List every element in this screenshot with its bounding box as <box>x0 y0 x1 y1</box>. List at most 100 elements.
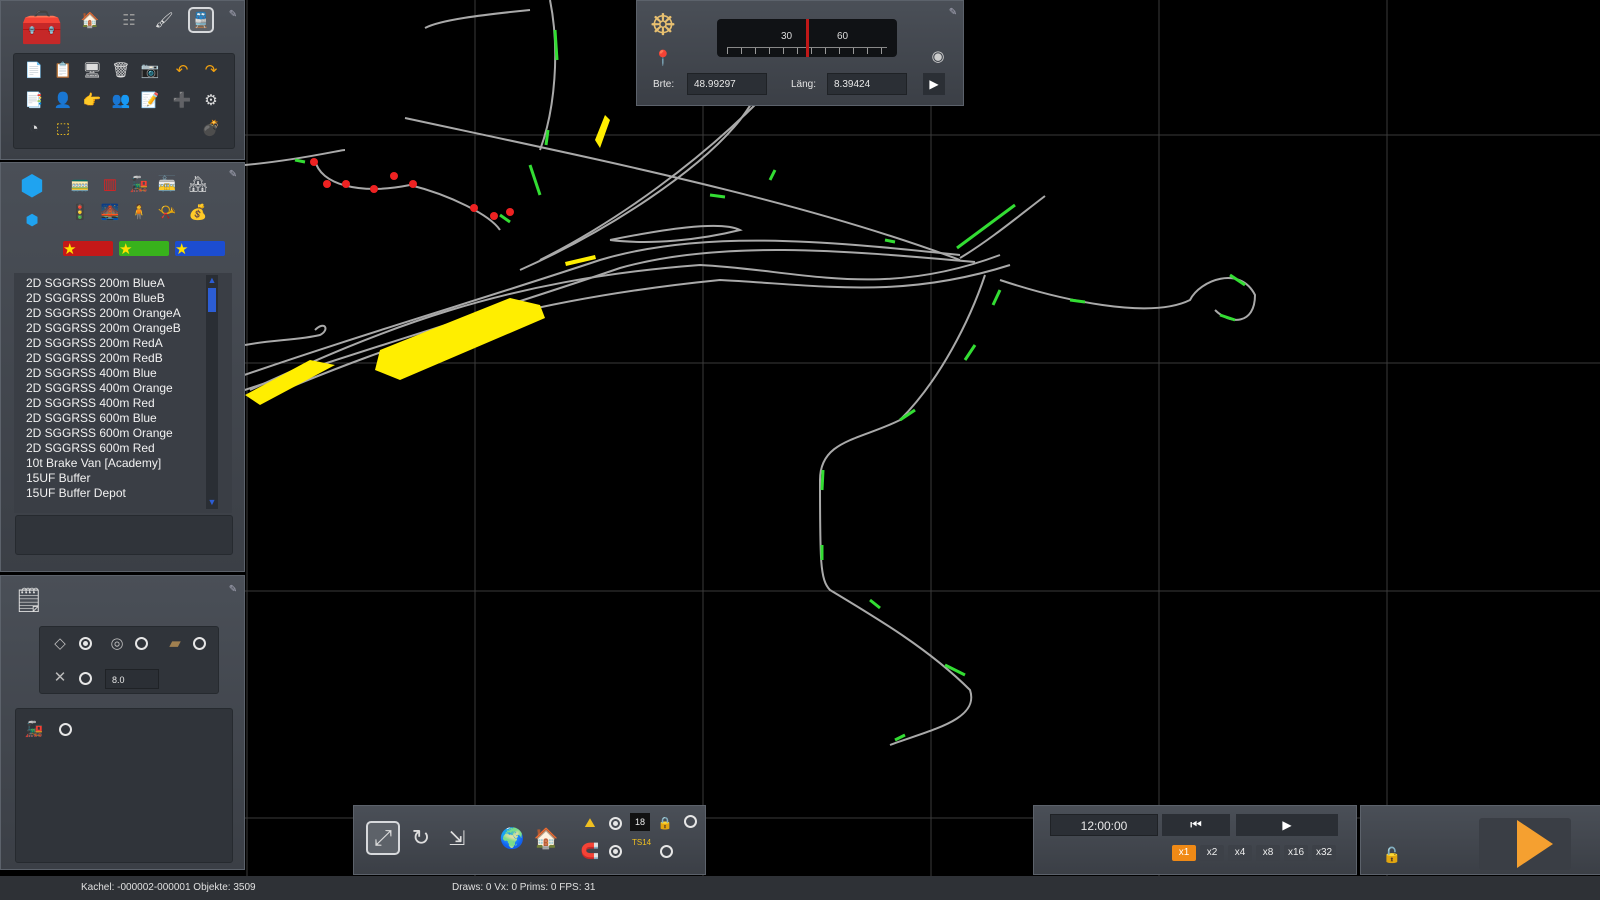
delete-icon[interactable]: 🗑 <box>110 59 132 81</box>
list-item[interactable]: 2D SGGRSS 200m RedA <box>14 336 232 351</box>
option-radio[interactable] <box>79 637 92 650</box>
play-button[interactable] <box>1479 818 1571 870</box>
compass-icon[interactable]: ☸ <box>643 5 683 45</box>
scroll-down-icon[interactable]: ▼ <box>207 497 217 507</box>
lock-radio[interactable] <box>684 815 697 828</box>
magnet-icon[interactable]: 🧲 <box>579 840 601 862</box>
locomotive-icon[interactable]: 🚂 <box>128 173 150 195</box>
list-item[interactable]: 2D SGGRSS 200m RedB <box>14 351 232 366</box>
play-small-button[interactable]: ▶ <box>1236 814 1338 836</box>
freight-car-icon[interactable]: ▥ <box>99 173 121 195</box>
lock-icon[interactable]: 🔒 <box>654 812 676 834</box>
3d-view-icon[interactable]: ⛰ <box>579 812 601 834</box>
people-icon[interactable]: 👥 <box>110 89 132 111</box>
target-icon[interactable]: ◉ <box>927 45 949 67</box>
settings-icon[interactable]: ⚙ <box>200 89 222 111</box>
resize-icon[interactable]: ⇲ <box>442 823 472 853</box>
cube-icon[interactable]: ⬢ <box>13 167 51 203</box>
wagon-icon[interactable]: 🚃 <box>69 173 91 195</box>
value-input[interactable]: 8.0 <box>105 669 159 689</box>
pin-icon[interactable]: ✎ <box>227 584 239 596</box>
signal-icon[interactable]: 🚦 <box>69 201 91 223</box>
lat-field[interactable]: 48.99297 <box>687 73 767 95</box>
fullscreen-icon[interactable]: ⤢ <box>366 821 400 855</box>
globe-icon[interactable]: 🌍 <box>498 824 526 852</box>
speed-x32[interactable]: x32 <box>1312 845 1336 861</box>
coach-icon[interactable]: 🚋 <box>156 173 178 195</box>
list-item[interactable]: 2D SGGRSS 200m OrangeB <box>14 321 232 336</box>
option-radio[interactable] <box>135 637 148 650</box>
driver-radio[interactable] <box>59 723 72 736</box>
monitor-icon[interactable]: 🖥 <box>81 59 103 81</box>
list-item[interactable]: 2D SGGRSS 200m BlueB <box>14 291 232 306</box>
view-radio[interactable] <box>609 817 622 830</box>
bomb-icon[interactable]: 💣 <box>200 117 222 139</box>
unlock-icon[interactable]: 🔓 <box>1379 842 1405 868</box>
list-item[interactable]: 2D SGGRSS 400m Orange <box>14 381 232 396</box>
speed-x4[interactable]: x4 <box>1228 845 1252 861</box>
go-button[interactable]: ▶ <box>923 73 945 95</box>
selection-icon[interactable]: ⬚ <box>52 117 74 139</box>
ts-radio[interactable] <box>660 845 673 858</box>
speed-x1[interactable]: x1 <box>1172 845 1196 861</box>
object-list[interactable]: 2D SGGRSS 200m BlueA 2D SGGRSS 200m Blue… <box>14 273 232 513</box>
list-item[interactable]: 2D SGGRSS 200m OrangeA <box>14 306 232 321</box>
list-item[interactable]: 2D SGGRSS 200m BlueA <box>14 276 232 291</box>
magnet-radio[interactable] <box>609 845 622 858</box>
paste-icon[interactable]: 📋 <box>52 59 74 81</box>
lon-field[interactable]: 8.39424 <box>827 73 907 95</box>
rotate-icon[interactable]: ↻ <box>406 823 436 853</box>
pin-icon[interactable]: ✎ <box>947 7 959 19</box>
home-icon[interactable]: 🏠 <box>532 824 560 852</box>
driver-icon[interactable]: 👤 <box>52 89 74 111</box>
speed-x8[interactable]: x8 <box>1256 845 1280 861</box>
brush-icon[interactable]: 🖌 <box>153 9 175 31</box>
rewind-button[interactable]: ⏮ <box>1162 814 1230 836</box>
train-icon[interactable]: 🚆 <box>188 7 214 33</box>
small-cube-icon[interactable]: ⬢ <box>21 209 43 231</box>
speed-x2[interactable]: x2 <box>1200 845 1224 861</box>
red-star-filter[interactable]: ★ <box>63 241 113 257</box>
list-item[interactable]: 2D SGGRSS 600m Orange <box>14 426 232 441</box>
building-icon[interactable]: 🏘 <box>187 173 209 195</box>
scroll-up-icon[interactable]: ▲ <box>207 275 217 285</box>
green-star-filter[interactable]: ★ <box>119 241 169 257</box>
redo-icon[interactable]: ↷ <box>200 59 222 81</box>
pin-icon[interactable]: ✎ <box>227 169 239 181</box>
speed-x16[interactable]: x16 <box>1284 845 1308 861</box>
list-item[interactable]: 15UF Buffer <box>14 471 232 486</box>
camera-icon[interactable]: 📷 <box>139 59 161 81</box>
driver-icon[interactable]: 🚂 <box>23 718 45 740</box>
crossing-icon: ✕ <box>53 669 67 686</box>
list-item[interactable]: 2D SGGRSS 400m Red <box>14 396 232 411</box>
bridge-icon[interactable]: 🌉 <box>99 201 121 223</box>
heading-scale[interactable]: 30 60 <box>717 19 897 57</box>
option-radio[interactable] <box>79 672 92 685</box>
edit-icon[interactable]: 📝 <box>139 89 161 111</box>
home-icon[interactable]: 🏠 <box>79 9 101 31</box>
list-item[interactable]: 2D SGGRSS 600m Blue <box>14 411 232 426</box>
pin-icon[interactable]: ✎ <box>227 9 239 21</box>
list-item[interactable]: 2D SGGRSS 600m Red <box>14 441 232 456</box>
option-radio[interactable] <box>193 637 206 650</box>
document-icon[interactable]: 🗒 <box>13 584 45 616</box>
list-item[interactable]: 15UF Buffer Depot <box>14 486 232 501</box>
copy-icon[interactable]: 📄 <box>23 59 45 81</box>
pie-chart-icon[interactable]: ◔ <box>23 117 45 139</box>
undo-icon[interactable]: ↶ <box>171 59 193 81</box>
view-toolbar: ⤢ ↻ ⇲ 🌍 🏠 ⛰ 18 🔒 🧲 TS14 <box>353 805 706 875</box>
list-scrollbar[interactable]: ▲ ▼ <box>206 275 218 509</box>
figure-icon[interactable]: 🧍 <box>128 201 150 223</box>
hand-icon[interactable]: 👉 <box>81 89 103 111</box>
horn-icon[interactable]: 📯 <box>156 201 178 223</box>
list-item[interactable]: 10t Brake Van [Academy] <box>14 456 232 471</box>
scroll-thumb[interactable] <box>208 288 216 312</box>
toolbox-icon[interactable]: 🧰 <box>17 5 67 51</box>
track-icon[interactable]: ☷ <box>118 9 140 31</box>
add-person-icon[interactable]: ➕ <box>171 89 193 111</box>
bookmark-icon[interactable]: 📑 <box>23 89 45 111</box>
bag-icon[interactable]: 💰 <box>187 201 209 223</box>
map-pin-icon[interactable]: 📍 <box>652 47 674 69</box>
list-item[interactable]: 2D SGGRSS 400m Blue <box>14 366 232 381</box>
blue-star-filter[interactable]: ★ <box>175 241 225 257</box>
